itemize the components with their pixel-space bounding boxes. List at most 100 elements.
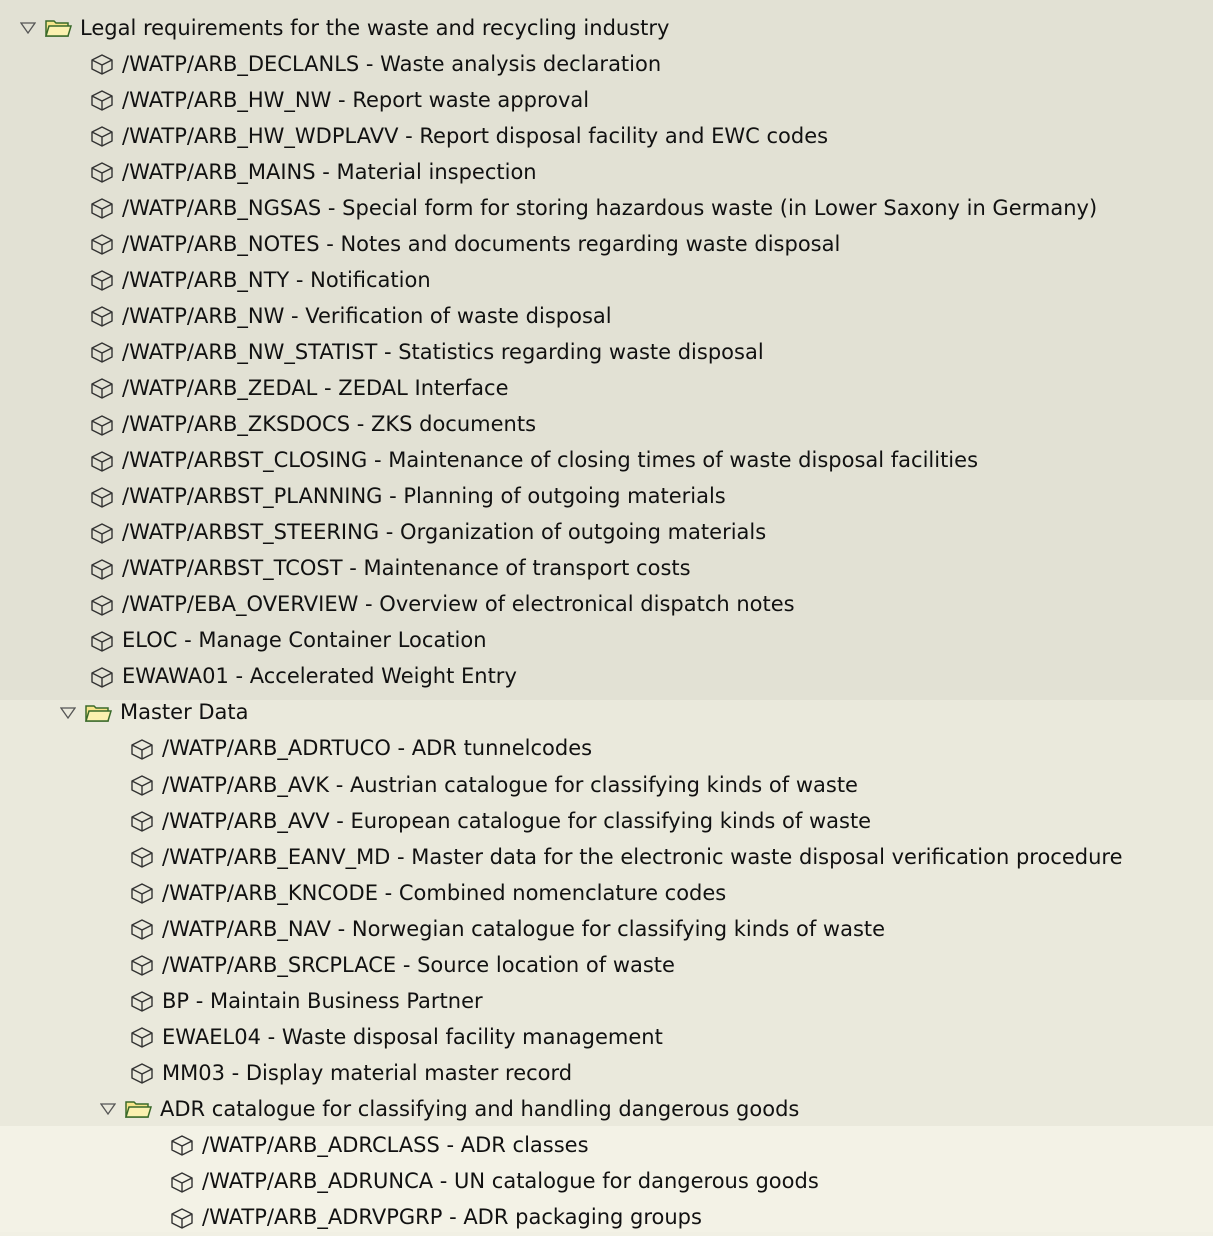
folder-legal-requirements[interactable]: Legal requirements for the waste and rec… [0,10,1213,46]
tree-item-transaction[interactable]: /WATP/ARBST_PLANNING - Planning of outgo… [0,479,1213,515]
tree-item-transaction[interactable]: ELOC - Manage Container Location [0,623,1213,659]
tree-item-transaction[interactable]: MM03 - Display material master record [0,1055,1213,1091]
transaction-cube-icon [90,558,114,580]
transaction-cube-icon [90,89,114,111]
transaction-cube-icon [130,1062,154,1085]
transaction-cube-icon [90,269,114,292]
item-label: MM03 - Display material master record [162,1060,573,1085]
item-label: /WATP/ARB_ADRVPGRP - ADR packaging group… [202,1205,702,1230]
tree-item-transaction[interactable]: /WATP/ARB_ADRTUCO - ADR tunnelcodes [0,731,1213,767]
transaction-cube-icon [130,990,154,1012]
tree-item-transaction[interactable]: BP - Maintain Business Partner [0,983,1213,1019]
tree-item-transaction[interactable]: /WATP/ARB_AVV - European catalogue for c… [0,803,1213,839]
tree-item-transaction[interactable]: /WATP/ARB_ADRVPGRP - ADR packaging group… [0,1200,1213,1236]
item-label: EWAWA01 - Accelerated Weight Entry [122,664,517,689]
transaction-cube-icon [90,125,114,147]
tree-item-transaction[interactable]: /WATP/ARB_KNCODE - Combined nomenclature… [0,875,1213,911]
tree-item-transaction[interactable]: /WATP/ARB_ADRUNCA - UN catalogue for dan… [0,1164,1213,1200]
item-label: /WATP/ARB_NW - Verification of waste dis… [122,303,612,328]
item-label: BP - Maintain Business Partner [162,988,483,1013]
item-label: /WATP/ARB_ADRCLASS - ADR classes [202,1132,589,1157]
transaction-cube-icon [90,53,114,75]
tree-item-transaction[interactable]: /WATP/ARBST_STEERING - Organization of o… [0,515,1213,551]
transaction-cube-icon [170,1171,194,1193]
tree-item-transaction[interactable]: EWAWA01 - Accelerated Weight Entry [0,659,1213,695]
tree-item-transaction[interactable]: /WATP/ARBST_CLOSING - Maintenance of clo… [0,443,1213,479]
item-label: /WATP/ARB_NAV - Norwegian catalogue for … [162,916,886,941]
item-label: /WATP/EBA_OVERVIEW - Overview of electro… [122,592,795,617]
item-label: /WATP/ARB_NW_STATIST - Statistics regard… [122,339,764,364]
tree-item-transaction[interactable]: /WATP/ARB_EANV_MD - Master data for the … [0,839,1213,875]
transaction-cube-icon [90,666,114,688]
tree-item-transaction[interactable]: /WATP/ARB_AVK - Austrian catalogue for c… [0,767,1213,803]
item-label: /WATP/ARB_SRCPLACE - Source location of … [162,952,675,977]
transaction-cube-icon [130,954,154,976]
item-label: /WATP/ARBST_TCOST - Maintenance of trans… [122,556,691,581]
transaction-cube-icon [90,161,114,183]
item-label: EWAEL04 - Waste disposal facility manage… [162,1024,663,1049]
transaction-cube-icon [90,414,114,436]
tree-item-transaction[interactable]: /WATP/ARB_SRCPLACE - Source location of … [0,947,1213,983]
tree-item-transaction[interactable]: /WATP/ARB_NW_STATIST - Statistics regard… [0,334,1213,370]
tree-item-transaction[interactable]: /WATP/ARB_DECLANLS - Waste analysis decl… [0,46,1213,82]
tree-item-transaction[interactable]: /WATP/ARB_NAV - Norwegian catalogue for … [0,911,1213,947]
transaction-cube-icon [170,1207,194,1229]
transaction-cube-icon [90,197,114,219]
item-label: /WATP/ARB_ADRTUCO - ADR tunnelcodes [162,736,593,761]
transaction-cube-icon [130,738,154,760]
expanded-triangle-icon[interactable] [60,706,76,720]
tree-item-transaction[interactable]: /WATP/ARB_NTY - Notification [0,262,1213,298]
item-label: /WATP/ARB_NOTES - Notes and documents re… [122,231,841,256]
transaction-cube-icon [130,810,154,832]
transaction-cube-icon [130,846,154,868]
item-label: /WATP/ARB_KNCODE - Combined nomenclature… [162,880,727,905]
tree-item-transaction[interactable]: /WATP/ARB_HW_NW - Report waste approval [0,82,1213,118]
transaction-cube-icon [90,341,114,364]
tree-item-transaction[interactable]: /WATP/ARBST_TCOST - Maintenance of trans… [0,551,1213,587]
transaction-cube-icon [90,486,114,508]
folder-label: ADR catalogue for classifying and handli… [160,1096,800,1121]
item-label: /WATP/ARB_EANV_MD - Master data for the … [162,844,1123,869]
tree-item-transaction[interactable]: /WATP/ARB_ADRCLASS - ADR classes [0,1127,1213,1163]
item-label: /WATP/ARB_MAINS - Material inspection [122,159,537,184]
item-label: /WATP/ARB_AVK - Austrian catalogue for c… [162,772,858,797]
tree-item-transaction[interactable]: /WATP/ARB_NGSAS - Special form for stori… [0,190,1213,226]
transaction-cube-icon [90,450,114,472]
tree-item-transaction[interactable]: /WATP/ARB_ZKSDOCS - ZKS documents [0,407,1213,443]
transaction-cube-icon [90,630,114,652]
item-label: /WATP/ARB_HW_WDPLAVV - Report disposal f… [122,123,829,148]
item-label: /WATP/ARB_ZEDAL - ZEDAL Interface [122,375,509,400]
open-folder-icon [84,702,112,724]
tree-item-transaction[interactable]: /WATP/ARB_HW_WDPLAVV - Report disposal f… [0,118,1213,154]
expanded-triangle-icon[interactable] [20,21,36,35]
transaction-cube-icon [90,233,114,255]
tree-item-transaction[interactable]: /WATP/ARB_MAINS - Material inspection [0,154,1213,190]
expanded-triangle-icon[interactable] [100,1102,116,1116]
item-label: /WATP/ARB_DECLANLS - Waste analysis decl… [122,51,662,76]
item-label: /WATP/ARB_NTY - Notification [122,267,431,292]
item-label: /WATP/ARB_ZKSDOCS - ZKS documents [122,412,537,437]
tree-item-transaction[interactable]: EWAEL04 - Waste disposal facility manage… [0,1019,1213,1055]
tree-item-transaction[interactable]: /WATP/ARB_NW - Verification of waste dis… [0,298,1213,334]
folder-master-data[interactable]: Master Data [0,695,1213,731]
folder-label: Master Data [120,700,249,725]
transaction-cube-icon [90,377,114,400]
open-folder-icon [124,1098,152,1120]
transaction-cube-icon [130,774,154,796]
item-label: /WATP/ARBST_STEERING - Organization of o… [122,520,767,545]
transaction-cube-icon [170,1134,194,1157]
item-label: /WATP/ARBST_CLOSING - Maintenance of clo… [122,448,979,473]
open-folder-icon [44,17,72,39]
folder-adr-catalogue[interactable]: ADR catalogue for classifying and handli… [0,1091,1213,1127]
folder-label: Legal requirements for the waste and rec… [80,15,670,40]
item-label: /WATP/ARB_HW_NW - Report waste approval [122,87,590,112]
item-label: /WATP/ARBST_PLANNING - Planning of outgo… [122,484,726,509]
tree-rows: Legal requirements for the waste and rec… [0,10,1213,1236]
menu-tree: Legal requirements for the waste and rec… [0,0,1213,1232]
transaction-cube-icon [130,1026,154,1049]
tree-item-transaction[interactable]: /WATP/ARB_ZEDAL - ZEDAL Interface [0,370,1213,406]
tree-item-transaction[interactable]: /WATP/ARB_NOTES - Notes and documents re… [0,226,1213,262]
item-label: /WATP/ARB_NGSAS - Special form for stori… [122,195,1098,220]
tree-item-transaction[interactable]: /WATP/EBA_OVERVIEW - Overview of electro… [0,587,1213,623]
transaction-cube-icon [90,522,114,544]
